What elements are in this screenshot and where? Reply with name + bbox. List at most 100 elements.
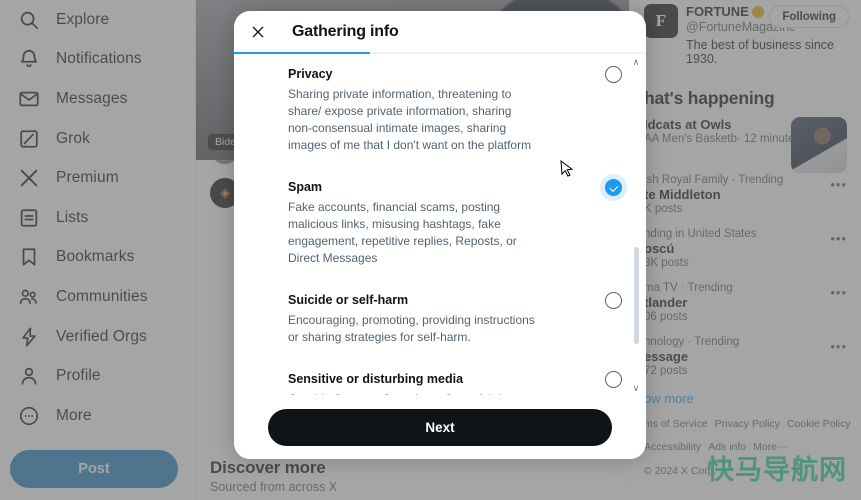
modal-scroll-thumb[interactable] [633, 247, 639, 344]
footer-link[interactable]: Cookie Policy [787, 416, 851, 433]
report-option-spam[interactable]: Spam Fake accounts, financial scams, pos… [288, 179, 622, 292]
x-app-window: Explore Notifications Messages Grok Prem… [0, 0, 861, 500]
scroll-down-chevron-icon[interactable]: ∨ [633, 384, 640, 393]
trend-category: hnology · Trending [644, 336, 740, 348]
radio-button-suicide-self-harm[interactable] [605, 292, 622, 309]
sidebar-item-label: Grok [56, 129, 90, 147]
footer-link[interactable]: Accessibility [644, 439, 701, 456]
modal-header: Gathering info [234, 11, 646, 52]
option-description: Sharing private information, threatening… [288, 86, 532, 152]
sidebar-item-premium[interactable]: Premium [8, 158, 187, 198]
sidebar-item-label: Messages [56, 89, 128, 107]
option-description: Encouraging, promoting, providing instru… [288, 312, 535, 344]
sidebar-item-label: Communities [56, 287, 148, 305]
trend-name: te Middleton [644, 187, 721, 202]
trend-count: K posts [644, 203, 683, 215]
sidebar-item-notifications[interactable]: Notifications [8, 40, 187, 80]
trend-category: nding in United States [644, 228, 757, 240]
trend-item[interactable]: ish Royal Family · Trending te Middleton… [644, 167, 849, 221]
footer-link[interactable]: More··· [753, 439, 787, 456]
trend-overflow-icon[interactable]: ••• [830, 339, 847, 354]
trend-overflow-icon[interactable]: ••• [830, 231, 847, 246]
person-icon [18, 365, 40, 387]
option-description: Graphic Content, Gratutitous Gore, Adult… [288, 391, 538, 395]
page-scrollbar[interactable] [854, 0, 861, 500]
bell-icon [18, 48, 40, 70]
trend-count: 06 posts [644, 311, 688, 323]
trend-name: oscú [644, 241, 675, 256]
lists-icon [18, 207, 40, 229]
left-sidebar-nav: Explore Notifications Messages Grok Prem… [0, 0, 195, 500]
watermark-text: 快马导航网 [707, 455, 847, 486]
sidebar-item-label: More [56, 406, 92, 424]
trend-name: tlander [644, 295, 688, 310]
show-more-link[interactable]: ow more [644, 383, 849, 406]
discover-more-title: Discover more [210, 458, 326, 477]
following-button[interactable]: Following [769, 5, 849, 28]
sidebar-item-label: Verified Orgs [56, 327, 147, 345]
sidebar-item-communities[interactable]: Communities [8, 277, 187, 317]
account-card[interactable]: FORTUNE @FortuneMagazine The best of bus… [644, 0, 849, 66]
modal-title: Gathering info [292, 22, 399, 40]
more-circle-icon [18, 405, 40, 427]
footer-copyright: © 2024 X Corp. [644, 465, 717, 478]
sidebar-item-label: Profile [56, 367, 101, 385]
sidebar-item-label: Lists [56, 208, 89, 226]
bookmark-icon [18, 246, 40, 268]
sidebar-item-label: Premium [56, 169, 119, 187]
radio-button-spam[interactable] [605, 179, 622, 196]
post-button[interactable]: Post [10, 449, 178, 488]
footer-link[interactable]: ms of Service [644, 416, 708, 433]
trend-overflow-icon[interactable]: ••• [830, 285, 847, 300]
trend-item[interactable]: ma TV · Trending tlander 06 posts ••• [644, 275, 849, 329]
x-logo-icon [18, 167, 40, 189]
discover-more-subtitle: Sourced from across X [210, 480, 338, 494]
discover-more-section: Discover more Sourced from across X [196, 458, 629, 494]
option-title: Privacy [288, 67, 333, 81]
next-button[interactable]: Next [268, 408, 612, 446]
sidebar-item-label: Notifications [56, 50, 142, 68]
right-sidebar: FORTUNE @FortuneMagazine The best of bus… [630, 0, 861, 500]
avatar[interactable] [644, 4, 678, 38]
trend-item[interactable]: ldcats at Owls AA Men's Basketb· 12 minu… [644, 109, 849, 173]
option-description: Fake accounts, financial scams, posting … [288, 199, 517, 265]
sidebar-item-label: Bookmarks [56, 248, 135, 266]
footer-links: ms of Service Privacy Policy Cookie Poli… [644, 416, 851, 484]
scroll-up-chevron-icon[interactable]: ∧ [633, 58, 640, 67]
sidebar-item-lists[interactable]: Lists [8, 198, 187, 238]
sidebar-item-more[interactable]: More [8, 396, 187, 436]
trend-thumbnail[interactable] [791, 117, 847, 173]
modal-scroll-track[interactable] [633, 70, 639, 381]
communities-icon [18, 286, 40, 308]
report-reason-list: Privacy Sharing private information, thr… [234, 66, 646, 395]
option-title: Suicide or self-harm [288, 293, 409, 307]
sidebar-item-profile[interactable]: Profile [8, 356, 187, 396]
report-option-sensitive-media[interactable]: Sensitive or disturbing media Graphic Co… [288, 370, 622, 395]
trend-name: essage [644, 349, 689, 364]
close-icon[interactable] [244, 18, 272, 46]
verified-badge-icon [751, 5, 764, 18]
trend-count: 3K posts [644, 257, 689, 269]
modal-scrollbar[interactable]: ∧ ∨ [630, 58, 642, 393]
sidebar-item-grok[interactable]: Grok [8, 119, 187, 159]
footer-link[interactable]: Privacy Policy [715, 416, 780, 433]
search-icon [18, 9, 40, 31]
option-title: Spam [288, 180, 323, 194]
sidebar-item-explore[interactable]: Explore [8, 0, 187, 40]
modal-body: Privacy Sharing private information, thr… [234, 54, 646, 396]
sidebar-item-bookmarks[interactable]: Bookmarks [8, 238, 187, 278]
radio-button-privacy[interactable] [605, 66, 622, 83]
report-option-suicide-self-harm[interactable]: Suicide or self-harm Encouraging, promot… [288, 292, 622, 371]
gathering-info-modal: Gathering info Privacy Sharing private i… [234, 11, 646, 459]
sidebar-item-label: Explore [56, 10, 110, 28]
trend-item[interactable]: hnology · Trending essage 72 posts ••• [644, 329, 849, 383]
account-bio: The best of business since 1930. [686, 38, 834, 66]
envelope-icon [18, 88, 40, 110]
trend-overflow-icon[interactable]: ••• [830, 177, 847, 192]
sidebar-item-verified-orgs[interactable]: Verified Orgs [8, 317, 187, 357]
footer-link[interactable]: Ads info [708, 439, 746, 456]
grok-icon [18, 128, 40, 150]
radio-button-sensitive-media[interactable] [605, 370, 622, 388]
trend-item[interactable]: nding in United States oscú 3K posts ••• [644, 221, 849, 275]
sidebar-item-messages[interactable]: Messages [8, 79, 187, 119]
